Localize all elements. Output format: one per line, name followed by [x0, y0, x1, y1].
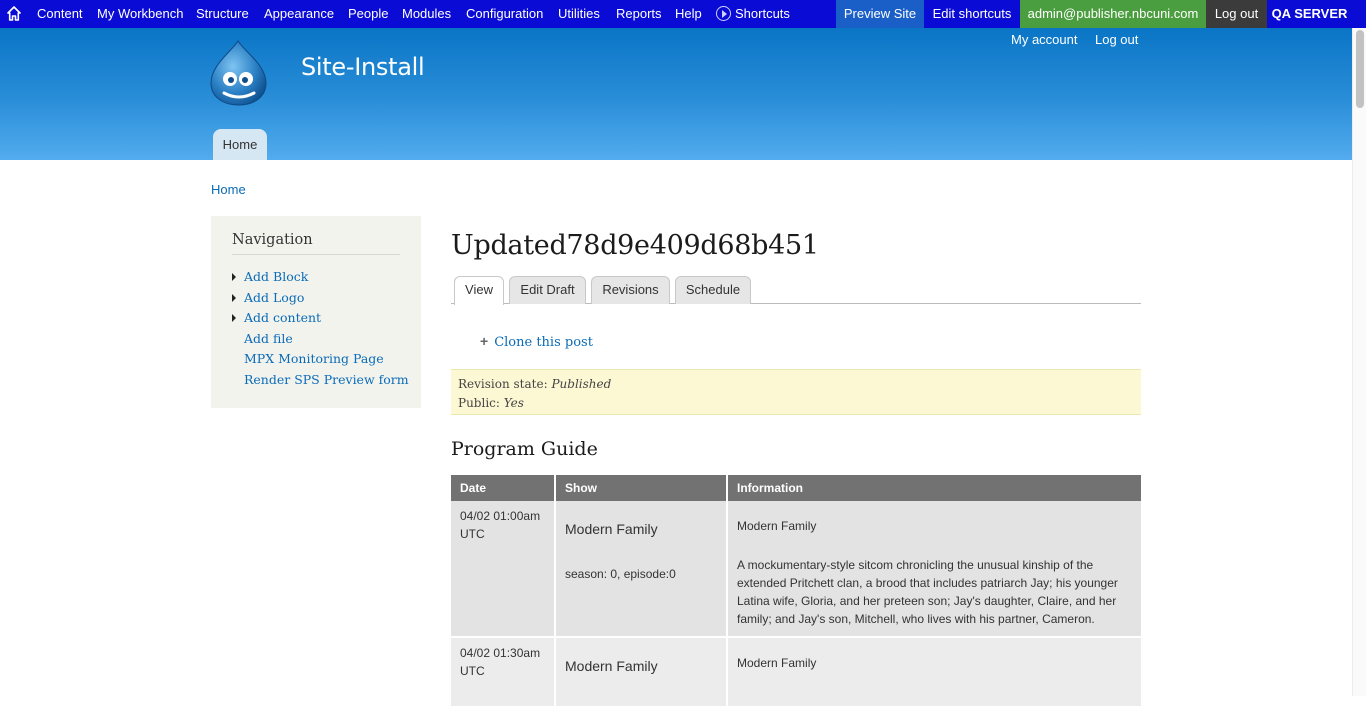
- nav-item-add-block: Add Block: [231, 269, 409, 290]
- toolbar-content[interactable]: Content: [37, 0, 83, 28]
- drupal-logo-icon[interactable]: [208, 39, 270, 107]
- information-cell: Modern Family: [727, 637, 1141, 708]
- site-header: Site-Install My account Log out Home: [0, 28, 1352, 160]
- shortcuts-toggle-icon: [716, 6, 731, 21]
- user-account-link[interactable]: admin@publisher.nbcuni.com: [1020, 0, 1206, 28]
- information-cell: Modern Family A mockumentary-style sitco…: [727, 501, 1141, 638]
- nav-item-add-file: Add file: [231, 331, 409, 352]
- preview-site-button[interactable]: Preview Site: [836, 0, 924, 28]
- logout-link[interactable]: Log out: [1095, 32, 1138, 47]
- date-cell: 04/02 01:30am UTC: [451, 637, 556, 708]
- revision-state-value: Published: [551, 377, 612, 391]
- navigation-title: Navigation: [232, 232, 400, 255]
- navigation-list: Add Block Add Logo Add content Add file …: [231, 269, 409, 392]
- admin-toolbar: Content My Workbench Structure Appearanc…: [0, 0, 1366, 28]
- main-menu-home-tab[interactable]: Home: [213, 129, 267, 160]
- program-guide-table: Date Show Information 04/02 01:00am UTC …: [451, 475, 1141, 708]
- edit-shortcuts-link[interactable]: Edit shortcuts: [924, 0, 1020, 28]
- collapsed-arrow-icon: [232, 273, 236, 281]
- toolbar-modules[interactable]: Modules: [402, 0, 451, 28]
- toolbar-help[interactable]: Help: [675, 0, 702, 28]
- info-description: A mockumentary-style sitcom chronicling …: [737, 558, 1118, 626]
- nav-link[interactable]: Add Block: [244, 269, 308, 284]
- table-header-row: Date Show Information: [451, 475, 1141, 501]
- air-timezone: UTC: [460, 527, 485, 541]
- tab-edit-draft[interactable]: Edit Draft: [509, 276, 586, 304]
- revision-state-label: Revision state:: [458, 377, 548, 391]
- nav-link[interactable]: Add file: [244, 331, 293, 346]
- tab-view[interactable]: View: [454, 276, 504, 305]
- program-guide-title: Program Guide: [451, 438, 598, 460]
- toolbar-reports[interactable]: Reports: [616, 0, 662, 28]
- tab-schedule[interactable]: Schedule: [675, 276, 751, 304]
- collapsed-arrow-icon: [232, 293, 236, 302]
- revision-status-box: Revision state: Published Public: Yes: [451, 369, 1141, 415]
- plus-icon: +: [480, 333, 489, 349]
- node-tabs: View Edit Draft Revisions Schedule: [451, 276, 1141, 305]
- breadcrumb-home-link[interactable]: Home: [211, 182, 246, 197]
- show-name: Modern Family: [565, 521, 658, 537]
- home-icon[interactable]: [7, 6, 21, 22]
- info-title: Modern Family: [737, 656, 817, 670]
- nav-link[interactable]: MPX Monitoring Page: [244, 351, 384, 366]
- clone-post-link[interactable]: Clone this post: [494, 335, 593, 350]
- nav-item-mpx-monitoring: MPX Monitoring Page: [231, 351, 409, 372]
- column-header-information: Information: [727, 475, 1141, 501]
- page-title: Updated78d9e409d68b451: [451, 230, 819, 261]
- server-environment-badge: QA SERVER: [1267, 0, 1352, 28]
- info-title: Modern Family: [737, 519, 817, 533]
- collapsed-arrow-icon: [232, 314, 236, 322]
- site-name[interactable]: Site-Install: [301, 53, 425, 81]
- shortcuts-label: Shortcuts: [735, 6, 790, 21]
- nav-link[interactable]: Render SPS Preview form: [244, 372, 409, 387]
- air-date: 04/02 01:00am: [460, 509, 541, 523]
- breadcrumb: Home: [211, 182, 246, 197]
- toolbar-my-workbench[interactable]: My Workbench: [97, 0, 183, 28]
- show-cell: Modern Family: [555, 637, 728, 708]
- my-account-link[interactable]: My account: [1011, 32, 1077, 47]
- tab-revisions[interactable]: Revisions: [591, 276, 670, 304]
- toolbar-utilities[interactable]: Utilities: [558, 0, 600, 28]
- column-header-date: Date: [451, 475, 556, 501]
- toolbar-people[interactable]: People: [348, 0, 388, 28]
- nav-link[interactable]: Add content: [244, 310, 321, 325]
- episode-info: season: 0, episode:0: [565, 567, 676, 581]
- scrollbar-thumb[interactable]: [1356, 30, 1364, 108]
- toolbar-configuration[interactable]: Configuration: [466, 0, 543, 28]
- date-cell: 04/02 01:00am UTC: [451, 501, 556, 638]
- nav-item-render-sps-preview: Render SPS Preview form: [231, 372, 409, 393]
- column-header-show: Show: [555, 475, 728, 501]
- toolbar-appearance[interactable]: Appearance: [264, 0, 334, 28]
- air-timezone: UTC: [460, 664, 485, 678]
- table-row: 04/02 01:30am UTC Modern Family Modern F…: [451, 637, 1141, 708]
- revision-state-line: Revision state: Published: [458, 375, 1134, 394]
- clone-post-action[interactable]: + Clone this post: [480, 333, 593, 350]
- navigation-block: Navigation Add Block Add Logo Add conten…: [211, 216, 421, 408]
- table-row: 04/02 01:00am UTC Modern Family season: …: [451, 501, 1141, 638]
- toolbar-shortcuts[interactable]: Shortcuts: [716, 0, 790, 28]
- nav-link[interactable]: Add Logo: [244, 290, 304, 305]
- nav-item-add-logo: Add Logo: [231, 290, 409, 311]
- public-value: Yes: [503, 396, 524, 410]
- nav-item-add-content: Add content: [231, 310, 409, 331]
- public-label: Public:: [458, 396, 500, 410]
- public-line: Public: Yes: [458, 394, 1134, 413]
- show-cell: Modern Family season: 0, episode:0: [555, 501, 728, 638]
- page-scrollbar[interactable]: [1352, 28, 1366, 696]
- toolbar-structure[interactable]: Structure: [196, 0, 249, 28]
- toolbar-edge: [1352, 0, 1366, 28]
- toolbar-logout-link[interactable]: Log out: [1206, 0, 1267, 28]
- show-name: Modern Family: [565, 658, 658, 674]
- air-date: 04/02 01:30am: [460, 646, 541, 660]
